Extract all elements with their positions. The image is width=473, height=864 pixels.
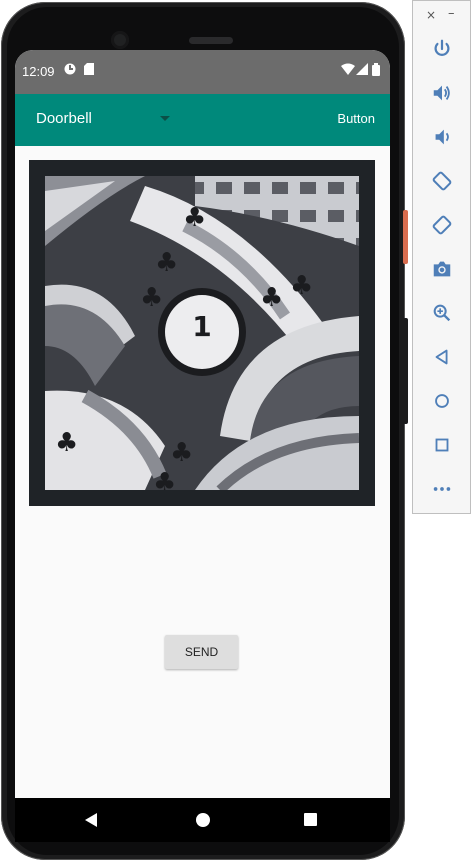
back-icon[interactable] bbox=[429, 344, 455, 370]
camera-icon[interactable] bbox=[429, 256, 455, 282]
emulator-toolbar: × – bbox=[412, 0, 471, 514]
app-toolbar: Doorbell Button bbox=[15, 94, 390, 146]
volume-up-icon[interactable] bbox=[429, 80, 455, 106]
overview-icon[interactable] bbox=[429, 432, 455, 458]
cell-signal-icon bbox=[356, 63, 368, 79]
data-saver-icon bbox=[64, 63, 76, 79]
battery-icon bbox=[372, 63, 380, 80]
svg-text:♣: ♣ bbox=[140, 283, 163, 313]
volume-down-icon[interactable] bbox=[429, 124, 455, 150]
image-frame: ♣ ♣ ♣ ♣ ♣ ♣ ♣ ♣ 1 bbox=[29, 160, 375, 506]
status-time: 12:09 bbox=[22, 64, 55, 79]
wifi-icon bbox=[341, 63, 355, 79]
svg-text:♣: ♣ bbox=[153, 468, 176, 490]
front-camera bbox=[111, 31, 129, 49]
nav-home-icon[interactable] bbox=[196, 813, 210, 827]
volume-hardware-button bbox=[403, 210, 408, 264]
svg-text:♣: ♣ bbox=[55, 428, 78, 458]
rotate-right-icon[interactable] bbox=[429, 212, 455, 238]
zoom-icon[interactable] bbox=[429, 300, 455, 326]
svg-text:♣: ♣ bbox=[290, 271, 313, 301]
emulator-window-controls: × – bbox=[413, 6, 470, 24]
earpiece-speaker bbox=[189, 37, 233, 44]
rotate-left-icon[interactable] bbox=[429, 168, 455, 194]
svg-text:♣: ♣ bbox=[260, 283, 283, 313]
svg-text:♣: ♣ bbox=[155, 248, 178, 278]
device-spinner[interactable]: Doorbell bbox=[36, 110, 92, 127]
more-icon[interactable] bbox=[429, 476, 455, 502]
svg-text:♣: ♣ bbox=[183, 203, 206, 233]
close-icon[interactable]: × bbox=[426, 8, 436, 22]
send-button[interactable]: SEND bbox=[165, 635, 238, 669]
device-screen: 12:09 Doorbell Button ♣ ♣ ♣ ♣ ♣ ♣ ♣ ♣ 1 … bbox=[15, 50, 390, 798]
sd-card-icon bbox=[84, 63, 94, 79]
power-icon[interactable] bbox=[429, 36, 455, 62]
card-number-badge: 1 bbox=[192, 310, 212, 343]
svg-text:♣: ♣ bbox=[170, 438, 193, 468]
nav-back-icon[interactable] bbox=[85, 813, 97, 827]
power-hardware-button bbox=[403, 318, 408, 424]
nav-recents-icon[interactable] bbox=[304, 813, 317, 826]
toolbar-button[interactable]: Button bbox=[337, 111, 375, 126]
card-artwork-image: ♣ ♣ ♣ ♣ ♣ ♣ ♣ ♣ 1 bbox=[45, 176, 359, 490]
spinner-dropdown-icon[interactable] bbox=[160, 116, 170, 121]
navigation-bar bbox=[15, 798, 390, 842]
home-icon[interactable] bbox=[429, 388, 455, 414]
status-bar: 12:09 bbox=[15, 50, 390, 94]
minimize-icon[interactable]: – bbox=[448, 6, 455, 21]
